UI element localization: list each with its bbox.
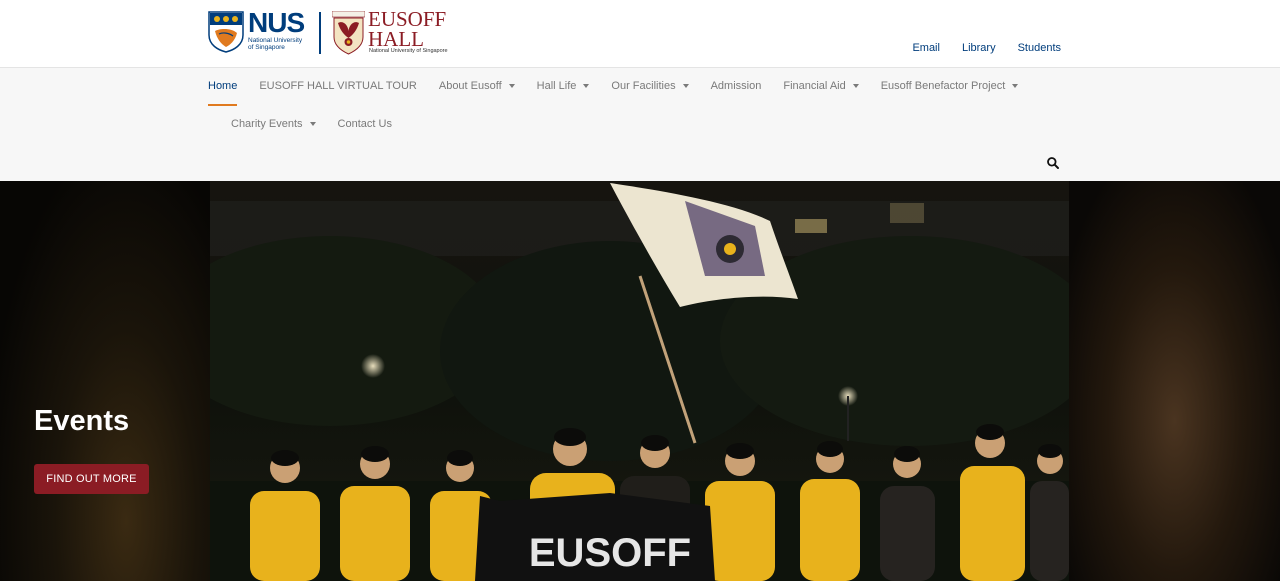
eusoff-crest-icon	[332, 11, 365, 55]
nav-item-label: Financial Aid	[783, 80, 846, 92]
nav-item-label: Hall Life	[536, 80, 577, 92]
nav-item-contact-us[interactable]: Contact Us	[338, 118, 392, 130]
chevron-down-icon	[682, 84, 689, 88]
nav-item-label: Charity Events	[231, 118, 303, 130]
nav-item-label: Our Facilities	[611, 80, 676, 92]
eusoff-logo-line1: EUSOFF	[368, 7, 447, 31]
nav-item-label: Eusoff Benefactor Project	[880, 80, 1006, 92]
nav-item-financial-aid[interactable]: Financial Aid	[783, 80, 859, 92]
eusoff-logo-line2: HALL	[368, 27, 424, 51]
nus-crest-icon	[208, 11, 244, 53]
quick-link-email[interactable]: Email	[912, 42, 940, 54]
nav-item-admission[interactable]: Admission	[711, 80, 762, 92]
chevron-down-icon	[583, 84, 590, 88]
quick-link-library[interactable]: Library	[962, 42, 996, 54]
nav-item-label: EUSOFF HALL VIRTUAL TOUR	[259, 80, 417, 92]
nus-logo-subtitle-line1: National University	[248, 37, 303, 44]
nav-row-2: Charity Events Contact Us	[231, 118, 414, 130]
nav-item-virtual-tour[interactable]: EUSOFF HALL VIRTUAL TOUR	[259, 80, 417, 92]
eusoff-logo-text: EUSOFF HALL	[368, 7, 447, 51]
hero-banner: EUSOFF Events FIND OUT MORE	[0, 181, 1280, 581]
nus-logo[interactable]: NUS National University of Singapore	[208, 7, 310, 56]
nus-logo-subtitle-line2: of Singapore	[248, 44, 285, 51]
nav-item-about-eusoff[interactable]: About Eusoff	[439, 80, 515, 92]
nav-item-hall-life[interactable]: Hall Life	[537, 80, 590, 92]
main-navigation: Home EUSOFF HALL VIRTUAL TOUR About Euso…	[0, 68, 1280, 181]
nus-logo-text: NUS	[248, 7, 305, 38]
nav-item-benefactor-project[interactable]: Eusoff Benefactor Project	[881, 80, 1019, 92]
eusoff-hall-logo[interactable]: EUSOFF HALL National University of Singa…	[332, 7, 457, 56]
nav-item-home[interactable]: Home	[208, 80, 238, 106]
site-header: NUS National University of Singapore EUS…	[0, 0, 1280, 68]
nav-item-label: Admission	[710, 80, 762, 92]
hero-event-photo: EUSOFF	[210, 181, 1069, 581]
nav-item-our-facilities[interactable]: Our Facilities	[611, 80, 689, 92]
find-out-more-button[interactable]: FIND OUT MORE	[34, 464, 149, 494]
eusoff-logo-subtitle: National University of Singapore	[369, 48, 448, 54]
chevron-down-icon	[508, 84, 515, 88]
nav-item-charity-events[interactable]: Charity Events	[231, 118, 316, 130]
hero-blurred-right	[1069, 181, 1280, 581]
banner-text: EUSOFF	[529, 531, 691, 575]
logo-divider	[319, 12, 321, 54]
chevron-down-icon	[852, 84, 859, 88]
nav-row-1: Home EUSOFF HALL VIRTUAL TOUR About Euso…	[208, 80, 1040, 106]
nav-item-label: Contact Us	[337, 118, 392, 130]
quick-link-students[interactable]: Students	[1018, 42, 1061, 54]
quick-links: Email Library Students	[912, 42, 1061, 54]
chevron-down-icon	[1012, 84, 1019, 88]
hero-blurred-left	[0, 181, 210, 581]
chevron-down-icon	[309, 122, 316, 126]
nus-logo-subtitle: National University of Singapore	[248, 37, 318, 51]
nav-item-label: About Eusoff	[438, 80, 502, 92]
search-icon[interactable]	[1046, 156, 1060, 170]
hero-title: Events	[34, 405, 130, 437]
nav-item-label: Home	[208, 80, 238, 92]
